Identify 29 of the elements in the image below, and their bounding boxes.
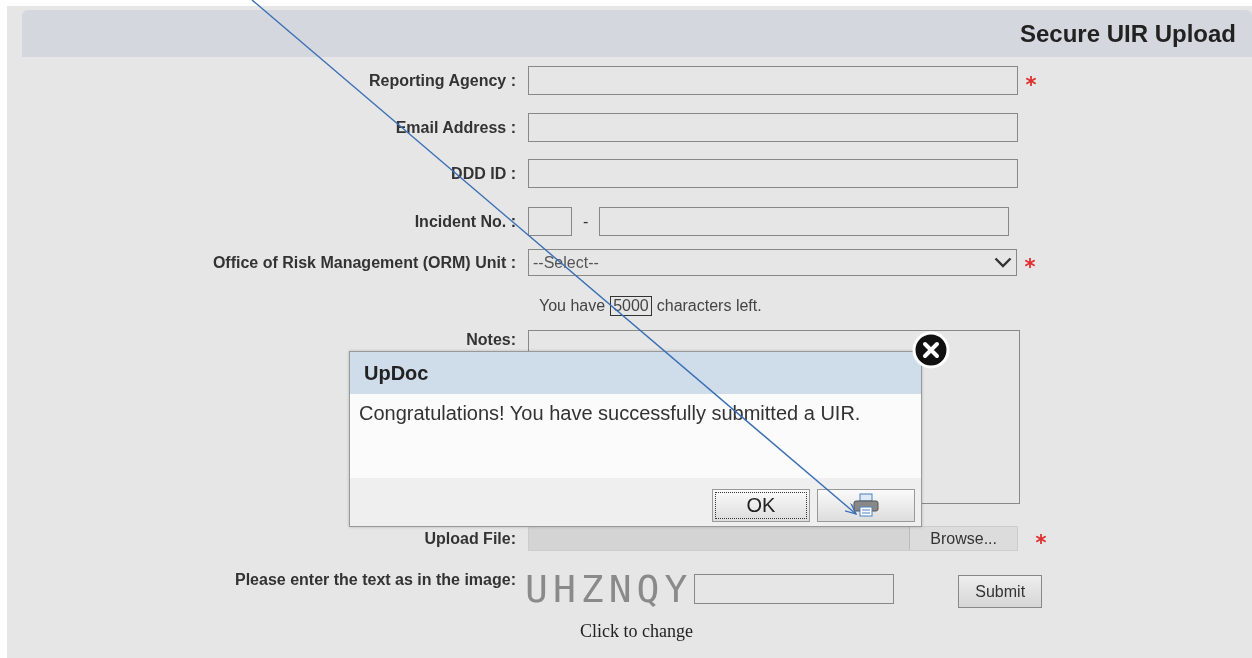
close-icon[interactable] [912,331,950,369]
field-label: Upload File: [423,529,516,548]
field-label: DDD ID : [450,164,516,183]
field-label: Please enter the text as in the image: [234,571,516,589]
separator-text: - [583,212,589,231]
printer-icon [853,493,879,517]
text-field[interactable] [528,207,572,236]
ok-button[interactable]: OK [712,488,810,522]
captcha-image: UHZNQY [525,569,693,609]
counter-text: You have [539,297,606,315]
chevron-down-icon [994,257,1012,268]
counter-text: characters left. [656,297,762,315]
file-field[interactable]: Browse... [528,526,1018,551]
text-field[interactable] [528,159,1018,188]
field-label: Office of Risk Management (ORM) Unit : [211,253,516,272]
browse-button[interactable]: Browse... [909,527,1017,550]
submit-button[interactable]: Submit [958,575,1043,608]
captcha-field[interactable] [694,574,895,604]
field-label: Notes: [466,331,516,349]
text-field[interactable] [528,113,1018,142]
field-label: Reporting Agency : [368,71,516,90]
print-button[interactable] [817,488,915,522]
field-label: Incident No. : [413,212,516,231]
text-field[interactable] [599,207,1010,236]
text-field[interactable] [528,66,1018,95]
page-title: Secure UIR Upload [1019,19,1236,48]
change-link[interactable]: Click to change [580,621,693,641]
character-count: 5000 [610,296,652,316]
dialog-title: UpDoc [364,361,429,385]
